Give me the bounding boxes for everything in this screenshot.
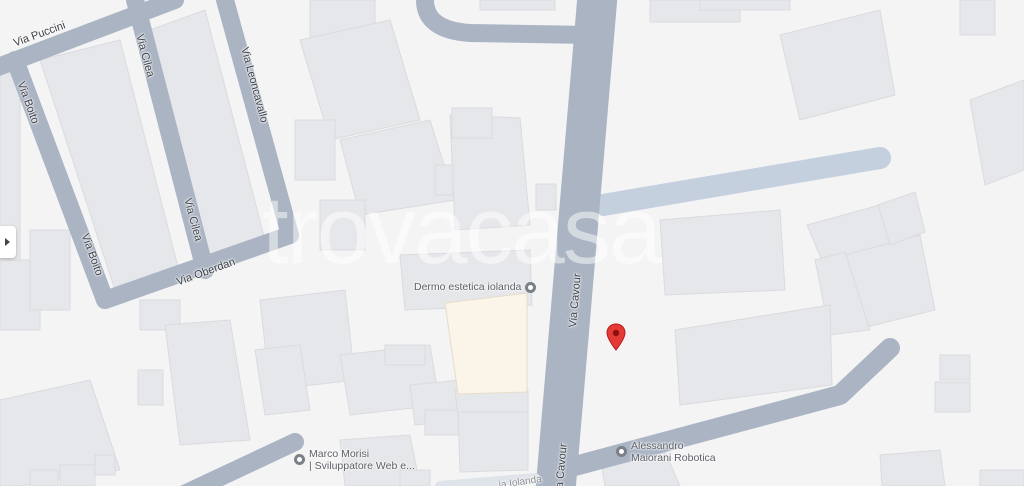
- side-panel-toggle-button[interactable]: [0, 226, 16, 258]
- poi-dermo-estetica[interactable]: Dermo estetica iolanda: [414, 281, 537, 293]
- poi-name: Alessandro: [631, 440, 684, 452]
- watermark: trovacasa: [262, 177, 662, 284]
- chevron-right-icon: [5, 238, 10, 246]
- poi-marker-icon: [294, 454, 305, 465]
- poi-alessandro-maiorani[interactable]: Alessandro Maiorani Robotica: [616, 440, 716, 464]
- map-view[interactable]: trovacasa Via Puccini Via Boito Via Cile…: [0, 0, 1024, 486]
- map-pin-icon[interactable]: [605, 323, 627, 351]
- poi-marker-icon: [525, 282, 537, 293]
- highlighted-parcel: [444, 292, 528, 395]
- poi-name: Marco Morisi: [309, 448, 370, 460]
- poi-marker-icon: [616, 446, 627, 457]
- poi-subtitle: Maiorani Robotica: [631, 452, 716, 464]
- poi-subtitle: | Sviluppatore Web e...: [309, 460, 415, 472]
- poi-marco-morisi[interactable]: Marco Morisi | Sviluppatore Web e...: [294, 448, 415, 472]
- poi-name: Dermo estetica iolanda: [414, 281, 522, 293]
